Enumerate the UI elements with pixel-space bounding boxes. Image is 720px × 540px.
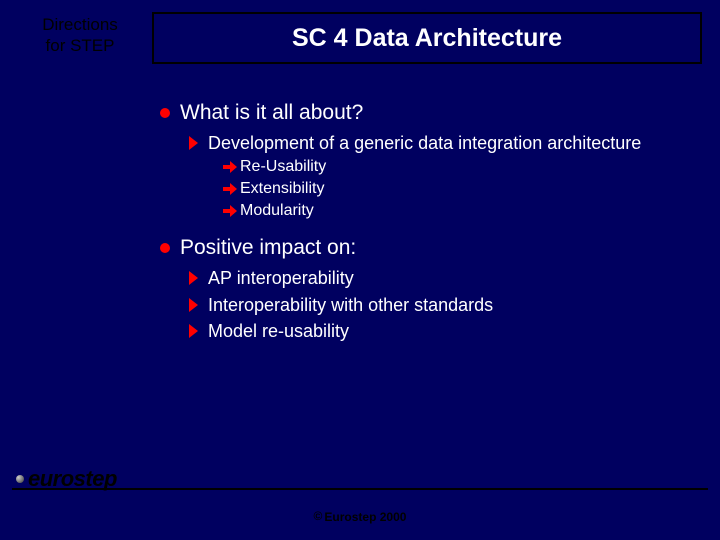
arrow-right-icon: [222, 159, 238, 175]
copyright-icon: ©: [314, 509, 323, 523]
content-area: What is it all about? Development of a g…: [160, 92, 700, 345]
half-arrow-icon: [188, 135, 200, 151]
bullet-l2: Development of a generic data integratio…: [188, 132, 700, 155]
bullet-l3: Extensibility: [222, 179, 700, 199]
copyright-text: Eurostep 2000: [324, 510, 406, 524]
arrow-right-icon: [222, 203, 238, 219]
header-line1: Directions: [20, 14, 140, 35]
logo-ball-icon: [16, 475, 24, 483]
bullet-dot-icon: [160, 243, 170, 253]
bullet-l3: Re-Usability: [222, 157, 700, 177]
bullet-l2: Model re-usability: [188, 320, 700, 343]
header-label: Directions for STEP: [20, 14, 140, 57]
bullet-l3-text: Re-Usability: [240, 157, 326, 177]
half-arrow-icon: [188, 323, 200, 339]
bullet-l2-text: Interoperability with other standards: [208, 294, 493, 317]
copyright: ©Eurostep 2000: [0, 509, 720, 524]
bullet-l1: Positive impact on:: [160, 235, 700, 261]
half-arrow-icon: [188, 297, 200, 313]
bullet-l2: Interoperability with other standards: [188, 294, 700, 317]
bullet-l3: Modularity: [222, 201, 700, 221]
bullet-l3-text: Extensibility: [240, 179, 324, 199]
bullet-l1-text: What is it all about?: [180, 100, 363, 126]
arrow-right-icon: [222, 181, 238, 197]
title-box: SC 4 Data Architecture: [152, 12, 702, 64]
bullet-l2: AP interoperability: [188, 267, 700, 290]
bullet-dot-icon: [160, 108, 170, 118]
bullet-l2-text: Development of a generic data integratio…: [208, 132, 641, 155]
slide-title: SC 4 Data Architecture: [292, 24, 562, 53]
bullet-l3-text: Modularity: [240, 201, 314, 221]
bullet-l1: What is it all about?: [160, 100, 700, 126]
footer-rule: [12, 488, 708, 490]
bullet-l1-text: Positive impact on:: [180, 235, 356, 261]
bullet-l2-text: Model re-usability: [208, 320, 349, 343]
header-line2: for STEP: [20, 35, 140, 56]
bullet-l2-text: AP interoperability: [208, 267, 354, 290]
half-arrow-icon: [188, 270, 200, 286]
